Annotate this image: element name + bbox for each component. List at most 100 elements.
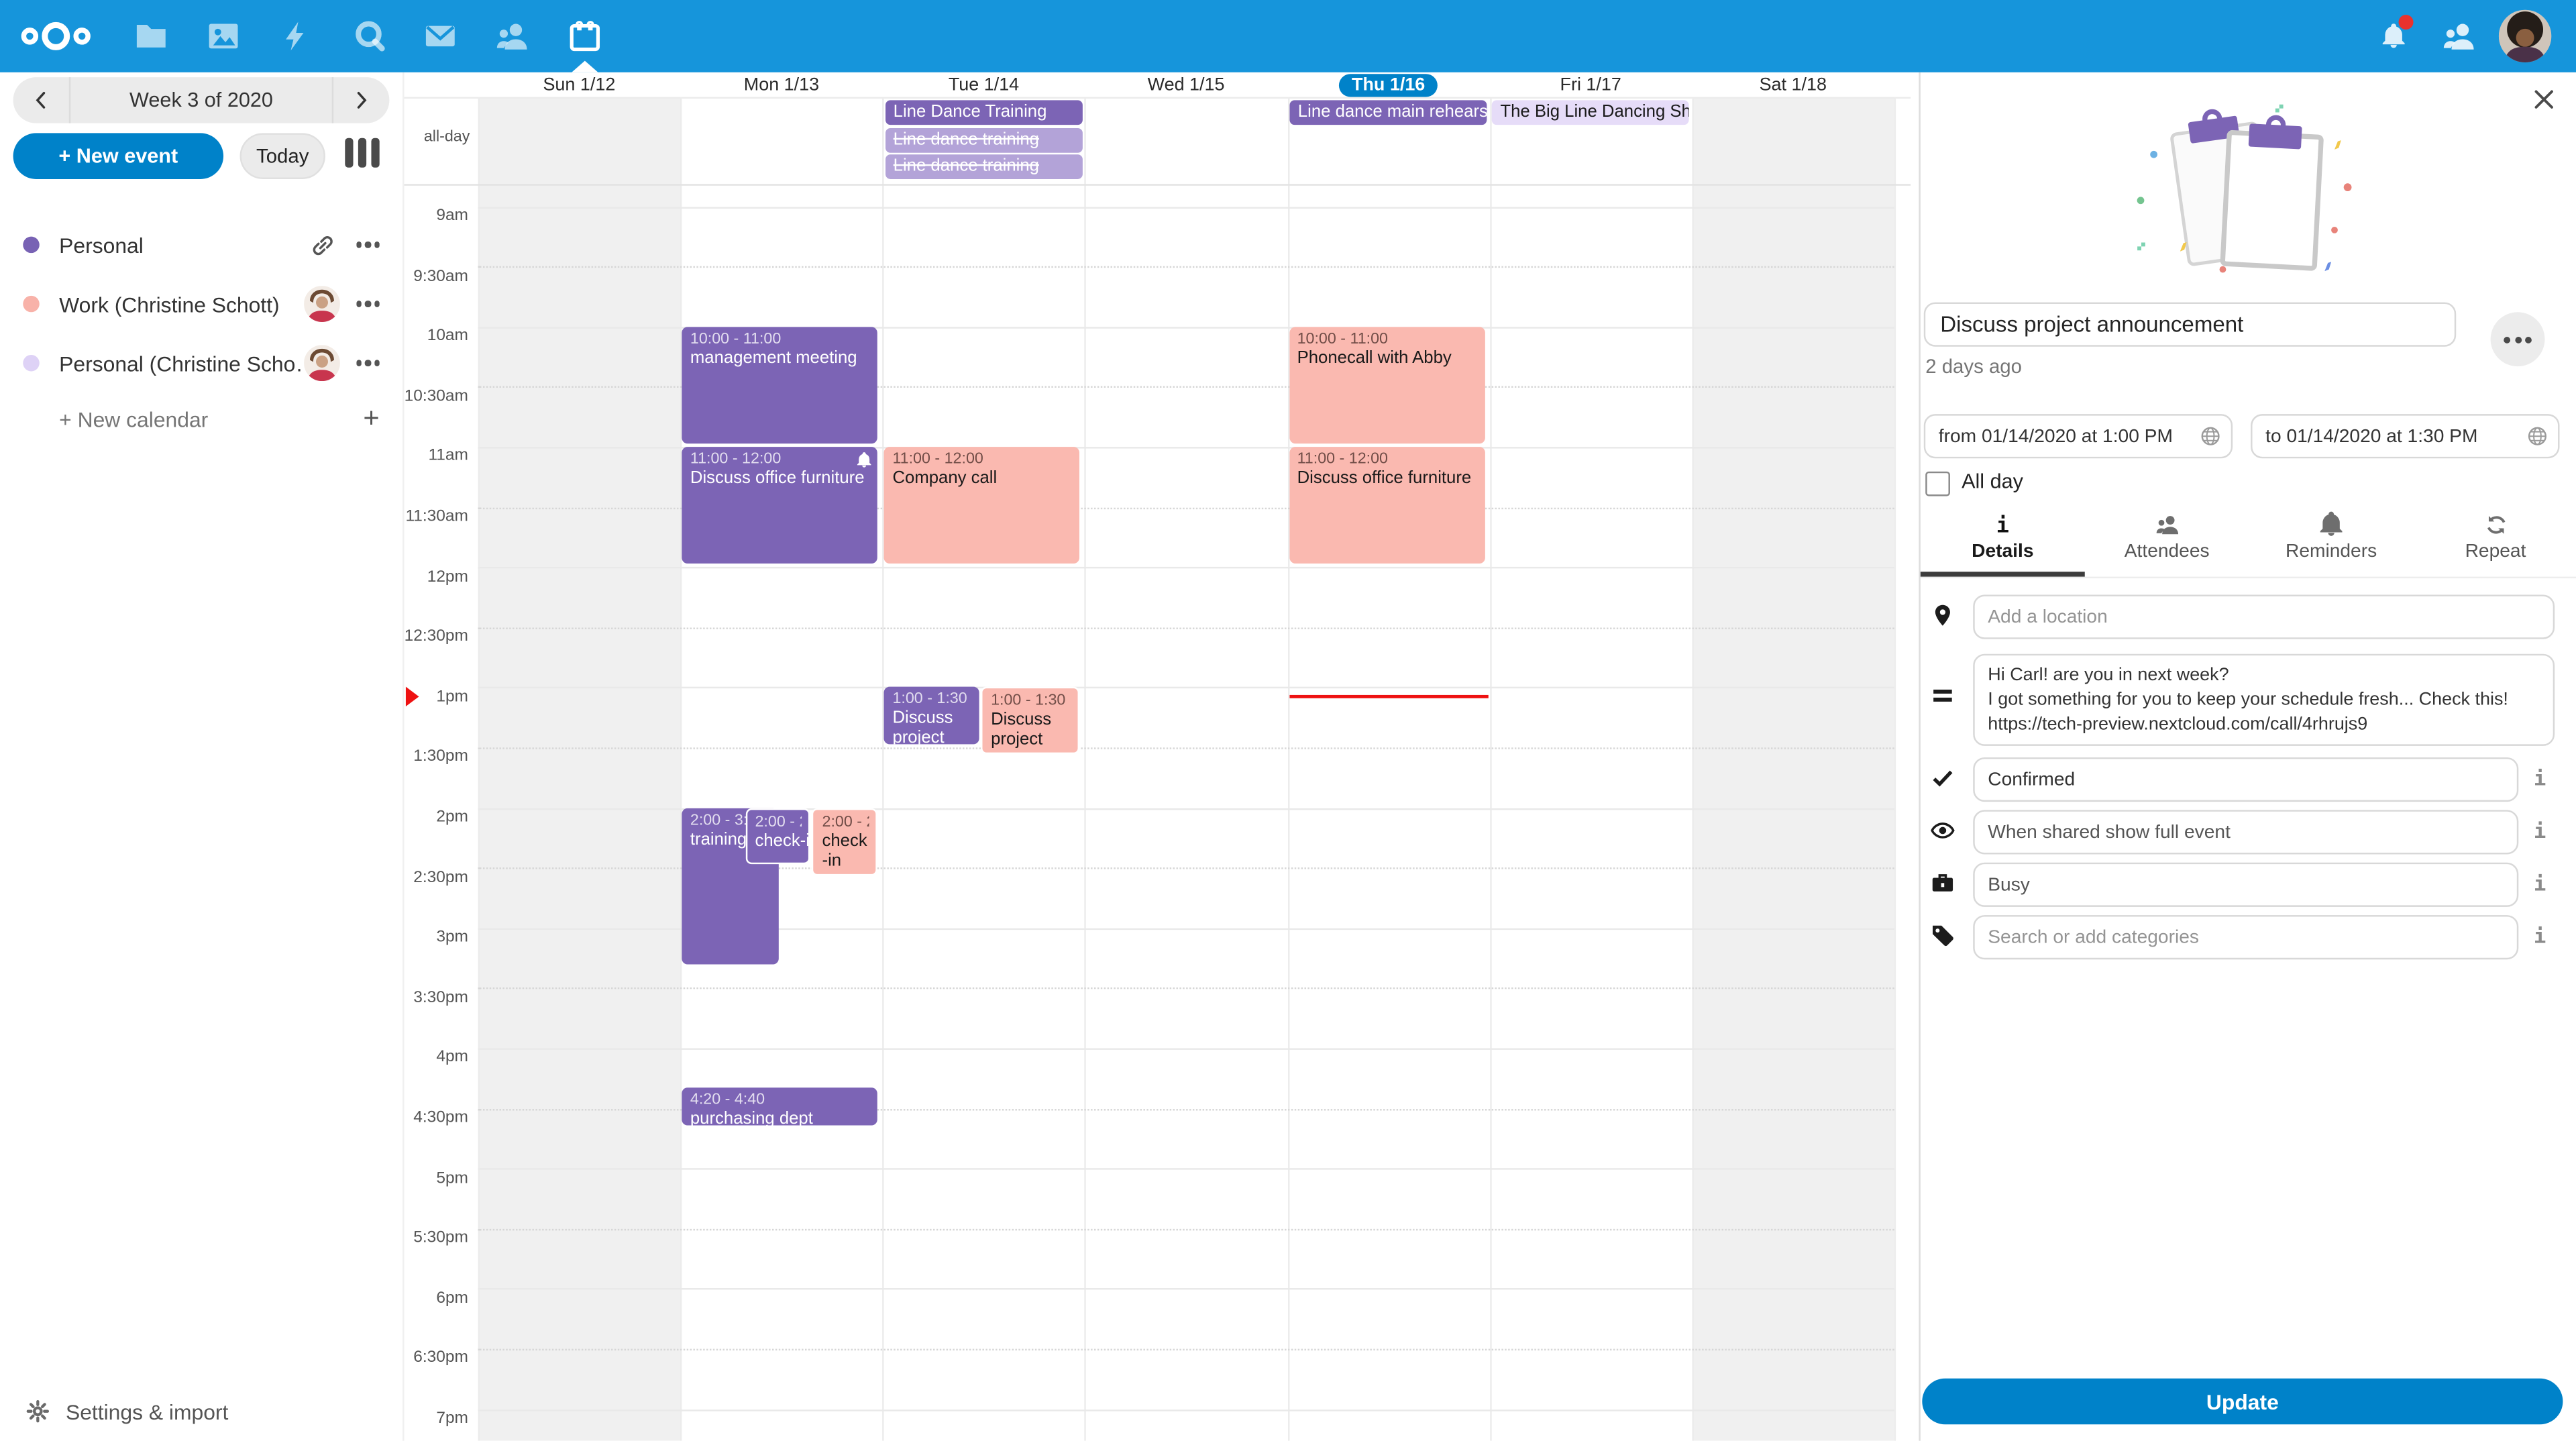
update-button[interactable]: Update <box>1922 1379 2563 1425</box>
app-photos-icon[interactable] <box>201 19 247 52</box>
timezone-globe-icon[interactable] <box>2200 425 2221 447</box>
new-event-button[interactable]: + New event <box>13 133 223 179</box>
current-time-arrow-icon <box>405 687 419 706</box>
time-label: 12:30pm <box>404 628 468 646</box>
categories-input[interactable] <box>1973 915 2518 959</box>
weekend-column-bg <box>1692 97 1894 1440</box>
calendar-actions-menu[interactable] <box>343 227 392 263</box>
app-contacts-icon[interactable] <box>490 19 536 52</box>
view-mode-toggle[interactable] <box>341 138 381 174</box>
time-label: 9am <box>404 207 468 225</box>
status-select[interactable]: Confirmed <box>1973 757 2518 802</box>
event-card[interactable]: 11:00 - 12:00Company call <box>884 447 1080 564</box>
week-switcher: Week 3 of 2020 <box>13 77 390 123</box>
notifications-bell-icon[interactable] <box>2371 19 2417 52</box>
timezone-globe-icon[interactable] <box>2527 425 2548 447</box>
event-card[interactable]: 1:00 - 1:30Discuss project announcement <box>884 687 979 744</box>
calendar-item-1[interactable]: Personal <box>0 220 402 269</box>
availability-info-icon[interactable]: i <box>2528 871 2551 897</box>
time-label: 10:30am <box>404 387 468 405</box>
next-week-button[interactable] <box>333 77 389 123</box>
status-info-icon[interactable]: i <box>2528 765 2551 792</box>
event-time: 2:00 - 2:25 <box>822 812 870 831</box>
allday-event[interactable]: Line dance main rehearsal <box>1290 100 1487 125</box>
day-label: Mon 1/13 <box>744 74 819 94</box>
attendees-icon <box>2153 513 2181 537</box>
event-time: 4:20 - 4:40 <box>690 1091 871 1110</box>
event-card[interactable]: 2:00 - 2:20check-in <box>745 808 811 865</box>
event-time: 1:00 - 1:30 <box>892 690 973 708</box>
previous-week-button[interactable] <box>13 77 69 123</box>
calendar-actions-menu[interactable] <box>343 286 392 322</box>
all-day-checkbox[interactable] <box>1925 472 1950 496</box>
bell-icon <box>2318 513 2345 537</box>
location-input[interactable] <box>1973 595 2555 639</box>
day-header-mon: Mon 1/13 <box>680 72 883 97</box>
repeat-icon <box>2483 513 2508 537</box>
app-files-icon[interactable] <box>128 19 174 52</box>
tab-repeat[interactable]: Repeat <box>2414 509 2576 576</box>
clipboards-illustration <box>2118 99 2381 282</box>
event-card[interactable]: 1:00 - 1:30Discuss project <box>981 687 1080 753</box>
notification-badge <box>2399 15 2414 30</box>
app-calendar-icon[interactable] <box>562 19 608 52</box>
today-button[interactable]: Today <box>240 133 325 179</box>
description-textarea[interactable]: Hi Carl! are you in next week? I got som… <box>1973 654 2555 746</box>
calendar-item-2[interactable]: Work (Christine Schott) <box>0 279 402 328</box>
tab-attendees[interactable]: Attendees <box>2085 509 2249 576</box>
event-card[interactable]: 11:00 - 12:00Discuss office furniture <box>1289 447 1485 564</box>
last-modified: 2 days ago <box>1925 355 2022 378</box>
categories-info-icon[interactable]: i <box>2528 923 2551 949</box>
end-datetime-field[interactable]: to 01/14/2020 at 1:30 PM <box>2251 414 2559 458</box>
day-header-tue: Tue 1/14 <box>883 72 1085 97</box>
event-title-input[interactable] <box>1924 303 2456 347</box>
event-title: Discuss project <box>991 710 1072 750</box>
event-card[interactable]: 2:00 - 2:25check-in <box>812 808 878 877</box>
calendar-item-3[interactable]: Personal (Christine Scho…) <box>0 338 402 387</box>
time-label: 6:30pm <box>404 1350 468 1368</box>
user-avatar[interactable] <box>2499 10 2551 62</box>
event-card[interactable]: 4:20 - 4:40purchasing dept <box>682 1088 878 1125</box>
event-card[interactable]: 11:00 - 12:00Discuss office furniture <box>682 447 878 564</box>
time-label: 3pm <box>404 928 468 947</box>
share-link-icon[interactable] <box>301 227 343 263</box>
close-icon[interactable] <box>2527 82 2560 115</box>
tab-reminders[interactable]: Reminders <box>2249 509 2414 576</box>
week-label[interactable]: Week 3 of 2020 <box>70 89 331 111</box>
allday-event[interactable]: Line dance training <box>885 127 1082 152</box>
start-datetime-field[interactable]: from 01/14/2020 at 1:00 PM <box>1924 414 2233 458</box>
app-activity-icon[interactable] <box>273 19 319 52</box>
event-time: 10:00 - 11:00 <box>1297 329 1479 348</box>
gear-icon <box>26 1400 49 1423</box>
calendar-actions-menu[interactable] <box>343 345 392 381</box>
tab-details[interactable]: iDetails <box>1921 509 2085 576</box>
calendar-color-dot <box>23 237 39 253</box>
event-title: check-in <box>822 831 870 870</box>
event-menu-button[interactable] <box>2491 312 2545 366</box>
visibility-select[interactable]: When shared show full event <box>1973 810 2518 854</box>
time-label: 5pm <box>404 1169 468 1187</box>
settings-import-button[interactable]: Settings & import <box>0 1388 402 1434</box>
event-title: Discuss project announcement <box>892 708 973 744</box>
day-label: Wed 1/15 <box>1148 74 1225 94</box>
shared-by-avatar <box>301 286 343 322</box>
availability-select[interactable]: Busy <box>1973 863 2518 907</box>
contacts-menu-icon[interactable] <box>2436 19 2483 52</box>
status-check-icon <box>1931 765 1957 792</box>
day-label: Tue 1/14 <box>949 74 1019 94</box>
new-calendar-button[interactable]: + New calendar + <box>0 396 402 442</box>
event-card[interactable]: 10:00 - 11:00Phonecall with Abby <box>1289 327 1485 443</box>
active-app-indicator <box>572 61 598 72</box>
allday-event[interactable]: Line dance training <box>885 154 1082 179</box>
allday-event[interactable]: The Big Line Dancing Show <box>1492 100 1689 125</box>
tab-label: Attendees <box>2125 542 2210 562</box>
categories-tag-icon <box>1931 923 1957 949</box>
app-talk-icon[interactable] <box>347 19 393 52</box>
info-icon: i <box>1996 513 2009 537</box>
event-card[interactable]: 10:00 - 11:00management meeting <box>682 327 878 443</box>
visibility-info-icon[interactable]: i <box>2528 818 2551 845</box>
nextcloud-logo-icon[interactable] <box>19 19 92 52</box>
allday-event[interactable]: Line Dance Training <box>885 100 1082 125</box>
app-mail-icon[interactable] <box>417 19 464 52</box>
week-view-grid: Sun 1/12Mon 1/13Tue 1/14Wed 1/15Thu 1/16… <box>402 72 1921 1441</box>
